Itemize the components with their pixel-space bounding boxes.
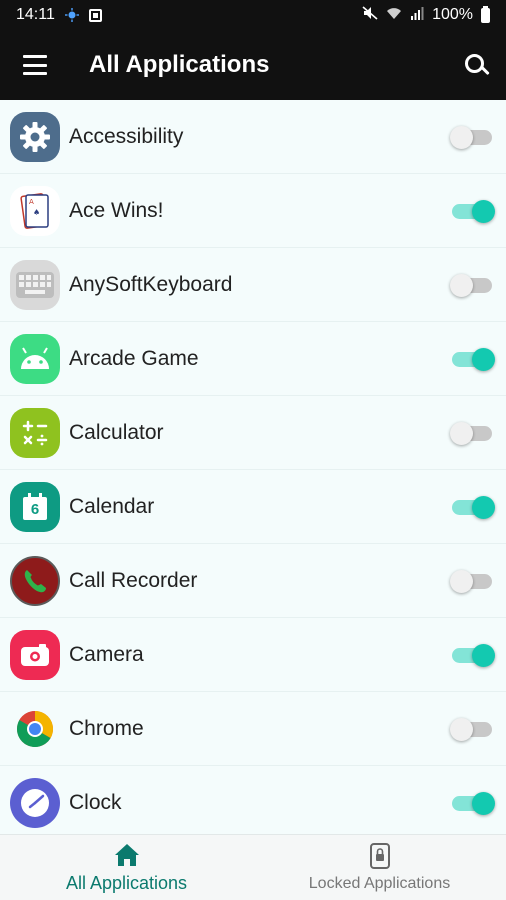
app-name: Calendar <box>69 494 155 518</box>
nav-label: Locked Applications <box>308 875 451 892</box>
nav-locked-applications[interactable]: Locked Applications <box>253 835 506 900</box>
camera-icon <box>10 629 60 680</box>
status-bar: 14:11 100% <box>0 0 506 30</box>
keyboard-icon <box>10 259 60 310</box>
android-robot-icon <box>10 333 60 384</box>
lock-toggle[interactable] <box>450 271 494 299</box>
lock-toggle[interactable] <box>450 789 495 817</box>
nav-label: All Applications <box>65 873 188 893</box>
search-icon[interactable] <box>464 53 488 77</box>
app-bar: All Applications <box>0 30 506 100</box>
app-row-arcade-game[interactable]: Arcade Game <box>0 322 506 396</box>
svg-text:A: A <box>29 198 34 206</box>
notification-icon <box>88 8 102 22</box>
wifi-icon <box>386 6 402 25</box>
app-name: Chrome <box>69 716 144 740</box>
lock-toggle[interactable] <box>450 197 495 225</box>
page-title: All Applications <box>89 51 270 78</box>
app-row-calculator[interactable]: Calculator <box>0 396 506 470</box>
playing-cards-icon: A ♠ <box>10 185 60 236</box>
status-time: 14:11 <box>16 6 55 23</box>
lock-toggle[interactable] <box>450 493 495 521</box>
svg-text:♠: ♠ <box>33 208 40 217</box>
app-name: Calculator <box>69 420 164 444</box>
lock-toggle[interactable] <box>450 567 494 595</box>
nav-all-applications[interactable]: All Applications <box>0 835 253 900</box>
phone-lock-icon <box>369 843 390 869</box>
mute-icon <box>362 5 378 25</box>
menu-icon[interactable] <box>23 55 47 75</box>
weather-icon <box>64 8 79 22</box>
accessibility-gear-icon <box>10 111 60 162</box>
app-name: Ace Wins! <box>69 198 164 222</box>
app-row-ace-wins[interactable]: A ♠ Ace Wins! <box>0 174 506 248</box>
calculator-icon <box>10 407 60 458</box>
app-row-anysoftkeyboard[interactable]: AnySoftKeyboard <box>0 248 506 322</box>
app-name: Camera <box>69 642 144 666</box>
app-name: AnySoftKeyboard <box>69 272 233 296</box>
lock-toggle[interactable] <box>450 123 494 151</box>
lock-toggle[interactable] <box>450 419 494 447</box>
app-row-camera[interactable]: Camera <box>0 618 506 692</box>
lock-toggle[interactable] <box>450 715 494 743</box>
lock-toggle[interactable] <box>450 641 495 669</box>
app-row-chrome[interactable]: Chrome <box>0 692 506 766</box>
app-name: Accessibility <box>69 124 184 148</box>
signal-icon <box>410 6 424 25</box>
app-row-clock[interactable]: Clock <box>0 766 506 834</box>
clock-icon <box>10 777 60 828</box>
app-row-accessibility[interactable]: Accessibility <box>0 100 506 174</box>
phone-recorder-icon <box>10 555 60 606</box>
calendar-day: 6 <box>30 501 40 518</box>
lock-toggle[interactable] <box>450 345 495 373</box>
chrome-icon <box>10 704 60 754</box>
app-row-calendar[interactable]: 6 Calendar <box>0 470 506 544</box>
app-name: Arcade Game <box>69 346 199 370</box>
app-name: Call Recorder <box>69 568 198 592</box>
bottom-nav: All Applications Locked Applications <box>0 834 506 900</box>
app-list: Accessibility A ♠ Ace Wins! AnySoftKeyboa… <box>0 100 506 834</box>
app-name: Clock <box>69 790 122 814</box>
home-icon <box>114 843 140 867</box>
battery-percent: 100% <box>432 6 473 23</box>
calendar-icon: 6 <box>10 481 60 532</box>
app-row-call-recorder[interactable]: Call Recorder <box>0 544 506 618</box>
battery-icon <box>481 5 490 23</box>
